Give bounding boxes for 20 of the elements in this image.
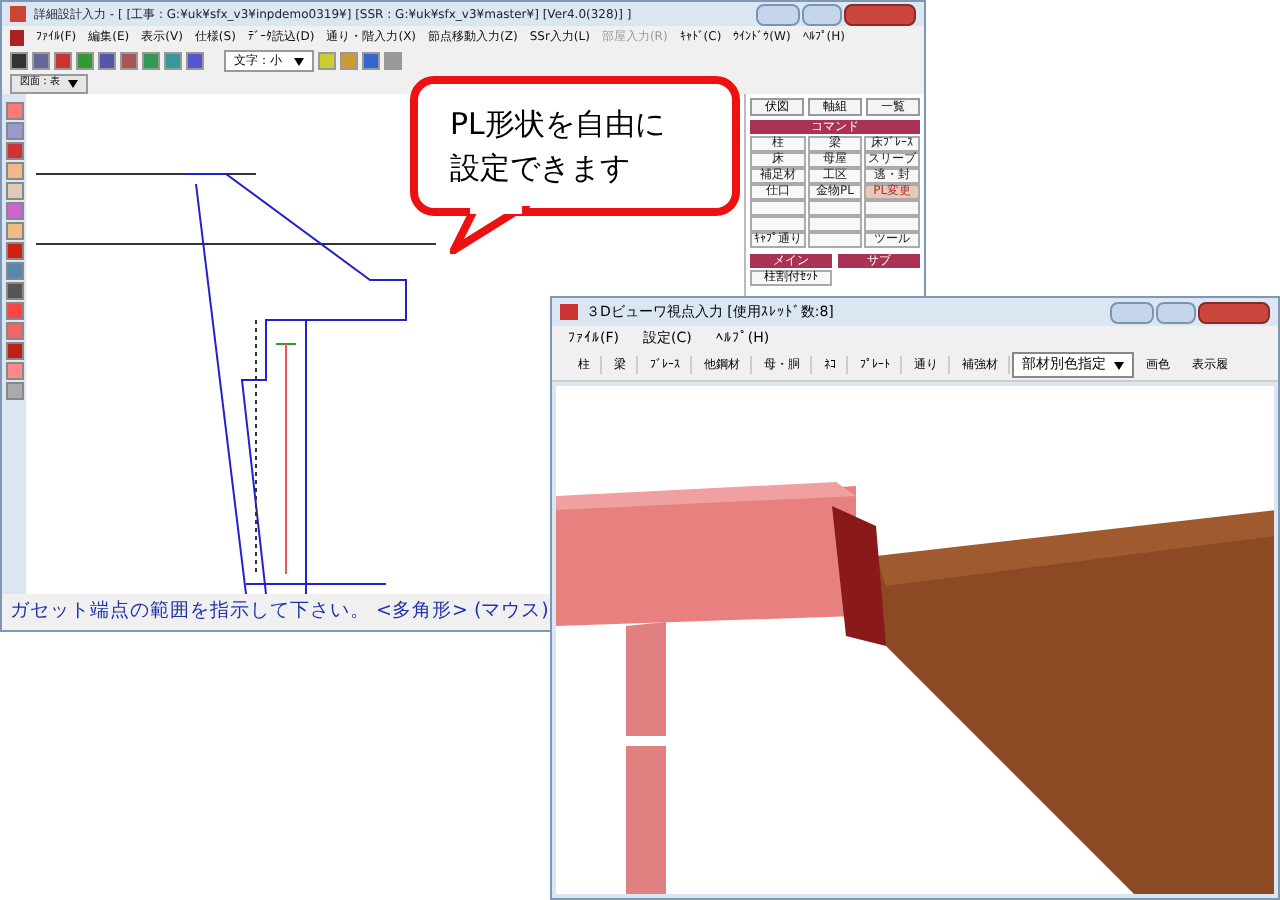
app-icon <box>560 304 578 320</box>
maximize-button[interactable] <box>802 3 842 25</box>
minimize-button[interactable] <box>1110 301 1154 323</box>
command-button[interactable] <box>864 216 920 232</box>
caret-icon <box>294 57 304 65</box>
command-button[interactable] <box>750 200 806 216</box>
callout-text: PL形状を自由に <box>450 104 665 146</box>
command-button[interactable] <box>807 216 863 232</box>
command-button[interactable] <box>807 232 863 248</box>
callout-text: 設定できます <box>450 148 630 190</box>
maximize-button[interactable] <box>1156 301 1196 323</box>
status-message: ガセット端点の範囲を指示して下さい。 <多角形> (マウス) <box>10 597 549 626</box>
close-button[interactable] <box>1198 301 1270 323</box>
caret-icon <box>68 80 78 88</box>
caret-icon <box>1114 361 1124 369</box>
minimize-button[interactable] <box>756 3 800 25</box>
command-button[interactable] <box>864 200 920 216</box>
command-button[interactable] <box>750 216 806 232</box>
close-button[interactable] <box>844 3 916 25</box>
command-button[interactable] <box>807 200 863 216</box>
